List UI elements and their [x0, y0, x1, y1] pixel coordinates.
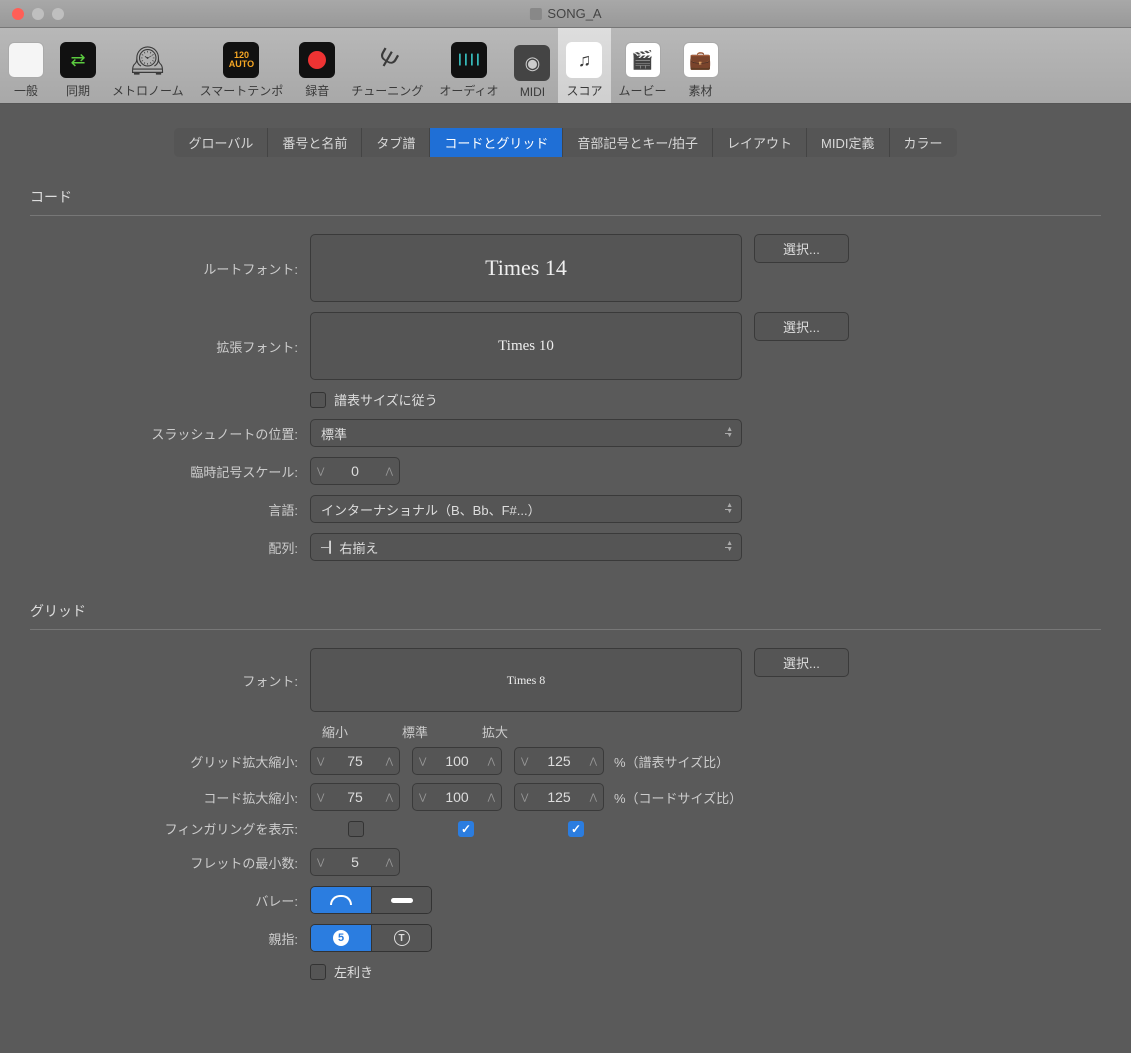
tuning-fork-icon: Ψ — [363, 35, 412, 84]
left-handed-label: 左利き — [334, 962, 373, 981]
chord-scale-label: コード拡大縮小: — [30, 788, 310, 807]
metronome-icon: 🕰 — [130, 42, 166, 78]
accidental-scale-label: 臨時記号スケール: — [30, 462, 310, 481]
toolbar-general[interactable]: 一般 — [0, 28, 52, 103]
toolbar-movie[interactable]: 🎬ムービー — [611, 28, 675, 103]
zoom-window-button[interactable] — [52, 8, 64, 20]
chord-section-heading: コード — [30, 157, 1101, 216]
column-normal-header: 標準 — [402, 722, 428, 741]
fingering-reduce-checkbox[interactable] — [348, 821, 364, 837]
toolbar: 一般 ⇄同期 🕰メトロノーム 120AUTOスマートテンポ 録音 Ψチューニング… — [0, 28, 1131, 104]
stepper-down-icon[interactable]: ⋁ — [315, 466, 326, 477]
thumb-number-icon: 5 — [333, 930, 349, 946]
document-icon — [529, 8, 541, 20]
language-select[interactable]: インターナショナル（B、Bb、F#...）▲▼ — [310, 495, 742, 523]
slash-position-select[interactable]: 標準▲▼ — [310, 419, 742, 447]
sync-icon: ⇄ — [60, 42, 96, 78]
grid-scale-enlarge-stepper[interactable]: ⋁125⋀ — [514, 747, 604, 775]
chord-scale-reduce-stepper[interactable]: ⋁75⋀ — [310, 783, 400, 811]
grid-scale-label: グリッド拡大縮小: — [30, 752, 310, 771]
alignment-label: 配列: — [30, 538, 310, 557]
media-icon: 💼 — [683, 42, 719, 78]
barre-arc-icon — [330, 895, 352, 905]
minimize-window-button[interactable] — [32, 8, 44, 20]
toolbar-audio[interactable]: ┃┃┃┃オーディオ — [431, 28, 506, 103]
alignment-select[interactable]: ─┃右揃え▲▼ — [310, 533, 742, 561]
toolbar-metronome[interactable]: 🕰メトロノーム — [104, 28, 192, 103]
grid-section-heading: グリッド — [30, 571, 1101, 630]
tab-tablature[interactable]: タブ譜 — [362, 128, 430, 157]
tab-clefs-signatures[interactable]: 音部記号とキー/拍子 — [563, 128, 713, 157]
tab-chords-grids[interactable]: コードとグリッド — [430, 128, 563, 157]
toolbar-record[interactable]: 録音 — [291, 28, 343, 103]
root-font-choose-button[interactable]: 選択... — [754, 234, 849, 263]
root-font-label: ルートフォント: — [30, 259, 310, 278]
thumb-segmented-control[interactable]: 5 T — [310, 924, 432, 952]
thumb-t-icon: T — [394, 930, 410, 946]
left-handed-checkbox[interactable] — [310, 964, 326, 980]
barre-arc-option[interactable] — [311, 887, 371, 913]
grid-font-preview: Times 8 — [310, 648, 742, 712]
toolbar-tuning[interactable]: Ψチューニング — [343, 28, 431, 103]
tab-layout[interactable]: レイアウト — [713, 128, 807, 157]
general-icon — [8, 42, 44, 78]
extension-font-choose-button[interactable]: 選択... — [754, 312, 849, 341]
close-window-button[interactable] — [12, 8, 24, 20]
fingering-enlarge-checkbox[interactable] — [568, 821, 584, 837]
toolbar-score[interactable]: ♫スコア — [558, 28, 610, 103]
tab-bar: グローバル 番号と名前 タブ譜 コードとグリッド 音部記号とキー/拍子 レイアウ… — [30, 128, 1101, 157]
toolbar-media[interactable]: 💼素材 — [675, 28, 727, 103]
tab-midi-meaning[interactable]: MIDI定義 — [807, 128, 889, 157]
extension-font-label: 拡張フォント: — [30, 337, 310, 356]
barre-bar-icon — [391, 898, 413, 903]
column-reduce-header: 縮小 — [322, 722, 348, 741]
toolbar-midi[interactable]: ◉MIDI — [506, 28, 558, 103]
thumb-number-option[interactable]: 5 — [311, 925, 371, 951]
align-right-icon: ─┃ — [321, 541, 331, 554]
follow-staff-size-checkbox[interactable] — [310, 392, 326, 408]
fingering-normal-checkbox[interactable] — [458, 821, 474, 837]
window-title: SONG_A — [529, 6, 601, 21]
barre-bar-option[interactable] — [371, 887, 431, 913]
stepper-up-icon[interactable]: ⋀ — [384, 466, 395, 477]
audio-icon: ┃┃┃┃ — [451, 42, 487, 78]
extension-font-preview: Times 10 — [310, 312, 742, 380]
min-frets-label: フレットの最小数: — [30, 853, 310, 872]
barre-label: バレー: — [30, 891, 310, 910]
barre-segmented-control[interactable] — [310, 886, 432, 914]
tab-colors[interactable]: カラー — [890, 128, 957, 157]
grid-font-label: フォント: — [30, 671, 310, 690]
score-icon: ♫ — [566, 42, 602, 78]
toolbar-smart-tempo[interactable]: 120AUTOスマートテンポ — [192, 28, 292, 103]
tab-global[interactable]: グローバル — [174, 128, 268, 157]
chord-scale-suffix: %（コードサイズ比） — [614, 788, 742, 807]
min-frets-stepper[interactable]: ⋁5⋀ — [310, 848, 400, 876]
chord-scale-enlarge-stepper[interactable]: ⋁125⋀ — [514, 783, 604, 811]
column-enlarge-header: 拡大 — [482, 722, 508, 741]
toolbar-sync[interactable]: ⇄同期 — [52, 28, 104, 103]
thumb-t-option[interactable]: T — [371, 925, 431, 951]
thumb-label: 親指: — [30, 929, 310, 948]
root-font-preview: Times 14 — [310, 234, 742, 302]
titlebar: SONG_A — [0, 0, 1131, 28]
window-title-text: SONG_A — [547, 6, 601, 21]
fingering-label: フィンガリングを表示: — [30, 819, 310, 838]
grid-scale-normal-stepper[interactable]: ⋁100⋀ — [412, 747, 502, 775]
slash-position-label: スラッシュノートの位置: — [30, 424, 310, 443]
chord-scale-normal-stepper[interactable]: ⋁100⋀ — [412, 783, 502, 811]
midi-icon: ◉ — [514, 45, 550, 81]
movie-icon: 🎬 — [625, 42, 661, 78]
record-icon — [299, 42, 335, 78]
grid-scale-reduce-stepper[interactable]: ⋁75⋀ — [310, 747, 400, 775]
smart-tempo-icon: 120AUTO — [223, 42, 259, 78]
grid-font-choose-button[interactable]: 選択... — [754, 648, 849, 677]
accidental-scale-stepper[interactable]: ⋁0⋀ — [310, 457, 400, 485]
tab-numbers-names[interactable]: 番号と名前 — [268, 128, 362, 157]
language-label: 言語: — [30, 500, 310, 519]
follow-staff-size-label: 譜表サイズに従う — [334, 390, 438, 409]
grid-scale-suffix: %（譜表サイズ比） — [614, 752, 729, 771]
window-controls — [0, 8, 64, 20]
